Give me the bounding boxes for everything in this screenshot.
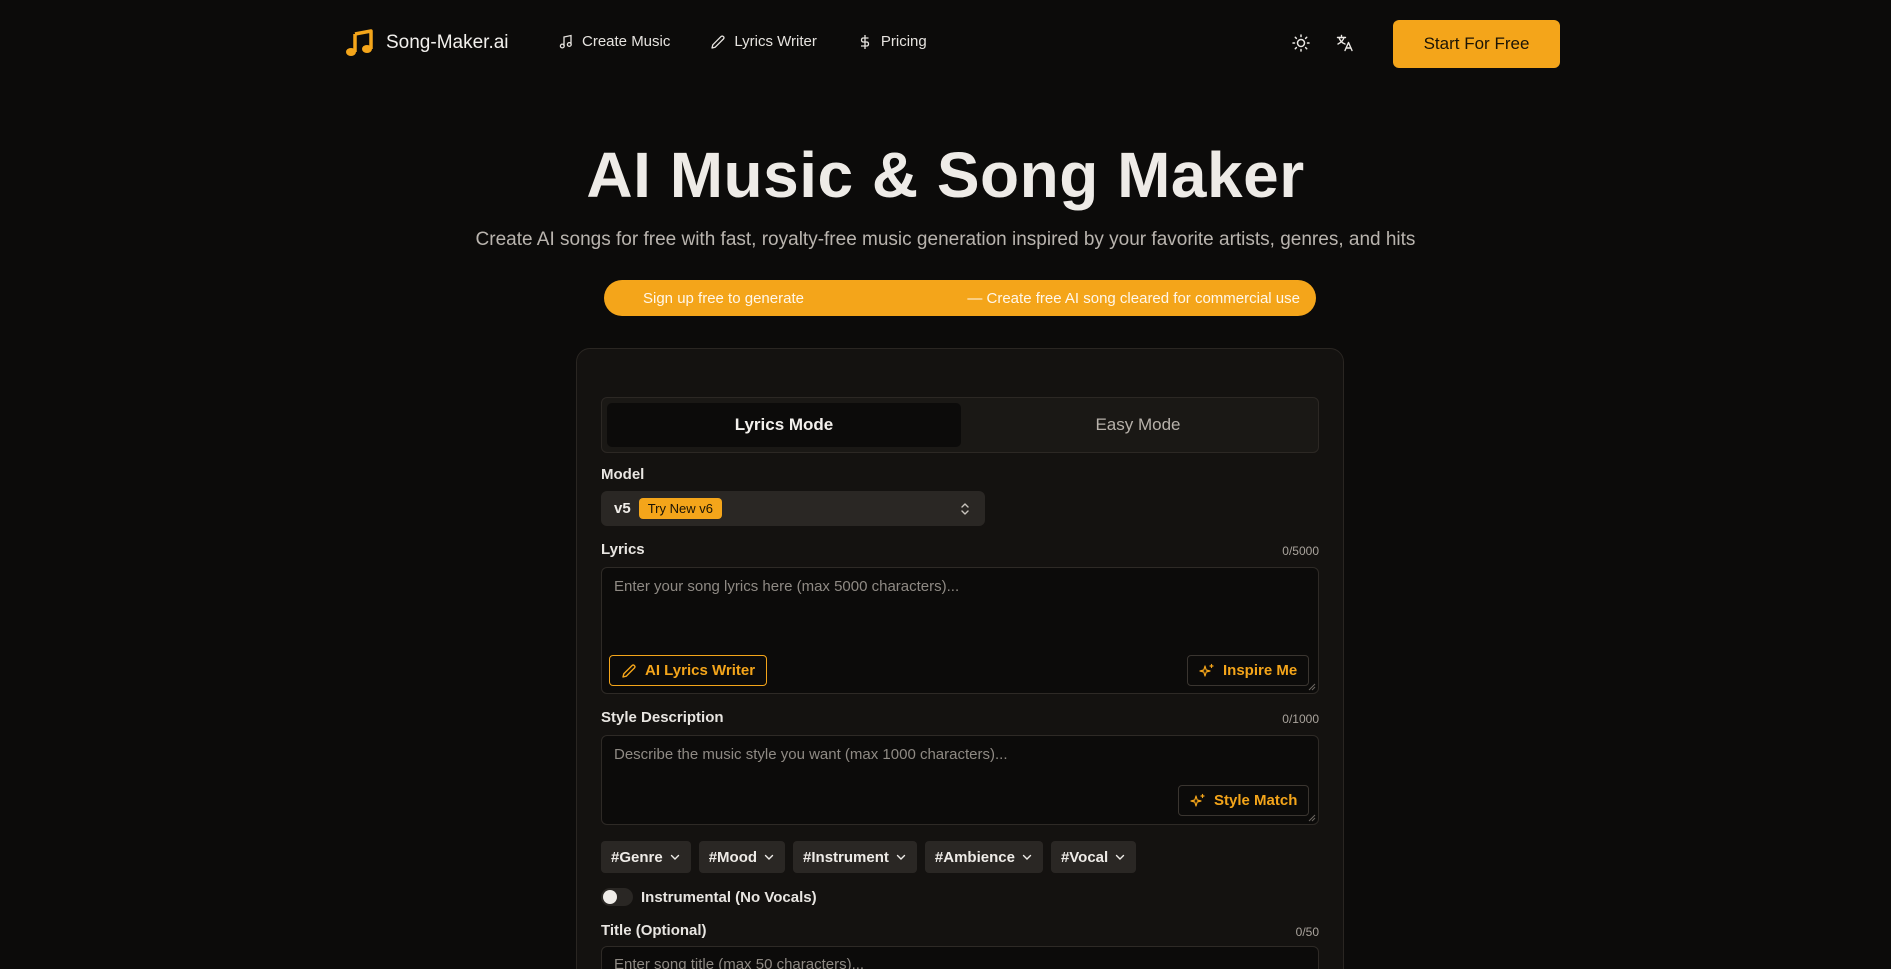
tab-easy-mode[interactable]: Easy Mode	[961, 403, 1315, 447]
style-counter: 0/1000	[1282, 712, 1319, 726]
nav-link-lyrics-writer[interactable]: Lyrics Writer	[710, 33, 817, 50]
brand-name: Song-Maker.ai	[386, 32, 509, 53]
top-nav: Song-Maker.ai Create Music Lyrics Writer…	[0, 0, 1891, 88]
lyrics-label: Lyrics	[601, 541, 645, 558]
model-value: v5	[614, 500, 631, 517]
model-select[interactable]: v5 Try New v6	[601, 491, 985, 526]
music-note-icon	[559, 34, 572, 49]
title-counter: 0/50	[1295, 925, 1319, 939]
start-for-free-button[interactable]: Start For Free	[1393, 20, 1560, 68]
sparkles-icon	[1190, 793, 1205, 807]
tag-vocal-dropdown[interactable]: #Vocal	[1050, 841, 1137, 873]
music-note-icon	[346, 29, 373, 56]
chevron-down-icon	[1022, 854, 1032, 860]
style-match-button[interactable]: Style Match	[1178, 785, 1310, 816]
sparkles-icon	[1199, 663, 1214, 677]
tag-label: #Instrument	[803, 848, 889, 866]
chevron-down-icon	[764, 854, 774, 860]
promo-left-text: Sign up free to generate	[643, 289, 804, 307]
chevron-down-icon	[1115, 854, 1125, 860]
mode-tabs: Lyrics Mode Easy Mode	[601, 397, 1319, 453]
lyrics-counter: 0/5000	[1282, 544, 1319, 558]
tag-label: #Genre	[611, 848, 663, 866]
title-placeholder: Enter song title (max 50 characters)...	[614, 956, 865, 969]
pencil-icon	[622, 663, 636, 678]
page-title: AI Music & Song Maker	[586, 139, 1305, 211]
inspire-me-label: Inspire Me	[1223, 662, 1298, 679]
promo-right-text: — Create free AI song cleared for commer…	[967, 289, 1300, 307]
chevron-down-icon	[670, 854, 679, 860]
tag-label: #Ambience	[934, 848, 1015, 866]
toggle-knob	[603, 890, 617, 904]
nav-links: Create Music Lyrics Writer Pricing	[558, 33, 927, 50]
try-v6-badge[interactable]: Try New v6	[638, 498, 722, 519]
tag-instrument-dropdown[interactable]: #Instrument	[793, 841, 917, 873]
ai-lyrics-writer-label: AI Lyrics Writer	[645, 662, 756, 679]
tag-mood-dropdown[interactable]: #Mood	[698, 841, 786, 873]
tab-lyrics-mode[interactable]: Lyrics Mode	[607, 403, 961, 447]
title-input[interactable]: Enter song title (max 50 characters)...	[601, 946, 1319, 969]
title-label: Title (Optional)	[601, 922, 707, 939]
instrumental-row: Instrumental (No Vocals)	[601, 888, 817, 906]
lyrics-placeholder: Enter your song lyrics here (max 5000 ch…	[614, 578, 960, 595]
inspire-me-button[interactable]: Inspire Me	[1187, 655, 1310, 686]
style-match-label: Style Match	[1214, 792, 1298, 809]
chevron-down-icon	[896, 854, 906, 860]
language-button[interactable]	[1334, 32, 1356, 54]
brand-logo[interactable]: Song-Maker.ai	[344, 28, 509, 58]
tag-ambience-dropdown[interactable]: #Ambience	[924, 841, 1043, 873]
dollar-icon	[860, 34, 870, 49]
ai-lyrics-writer-button[interactable]: AI Lyrics Writer	[609, 655, 768, 686]
signup-promo-banner[interactable]: Sign up free to generate — Create free A…	[604, 280, 1316, 316]
style-description-label: Style Description	[601, 709, 724, 726]
nav-link-label: Lyrics Writer	[734, 33, 817, 50]
tag-label: #Mood	[708, 848, 758, 866]
instrumental-label: Instrumental (No Vocals)	[641, 888, 817, 906]
sun-icon	[1292, 34, 1310, 52]
nav-link-label: Create Music	[582, 33, 671, 50]
model-label: Model	[601, 466, 645, 483]
instrumental-toggle[interactable]	[601, 888, 633, 906]
nav-link-create-music[interactable]: Create Music	[558, 33, 670, 50]
pencil-icon	[711, 34, 726, 49]
nav-link-label: Pricing	[880, 33, 927, 50]
style-placeholder: Describe the music style you want (max 1…	[614, 746, 1008, 763]
theme-toggle-button[interactable]	[1290, 32, 1312, 54]
style-tag-dropdowns: #Genre #Mood #Instrument #Ambience #Voca…	[601, 841, 1137, 873]
page-subtitle: Create AI songs for free with fast, roya…	[475, 229, 1416, 250]
nav-link-pricing[interactable]: Pricing	[857, 33, 927, 50]
tag-genre-dropdown[interactable]: #Genre	[601, 841, 691, 873]
resize-handle-icon[interactable]	[1308, 683, 1316, 691]
translate-icon	[1336, 34, 1353, 52]
chevron-up-down-icon	[961, 503, 969, 515]
tag-label: #Vocal	[1060, 848, 1109, 866]
resize-handle-icon[interactable]	[1308, 814, 1316, 822]
